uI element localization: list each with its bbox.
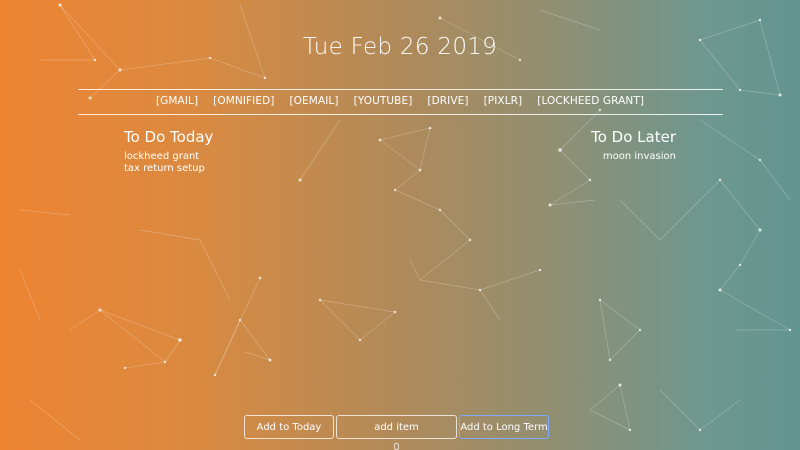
add-to-today-button[interactable]: Add to Today: [244, 415, 334, 439]
add-to-long-term-button[interactable]: Add to Long Term: [459, 415, 549, 439]
todo-later-title: To Do Later: [591, 128, 676, 146]
particle-network-background: [19, 3, 792, 441]
text-cursor-icon: [394, 443, 399, 450]
link-lockheed-grant[interactable]: [LOCKHEED GRANT]: [537, 95, 644, 107]
todo-today-list: To Do Today lockheed grant tax return se…: [124, 128, 213, 175]
links-divider-top: [78, 89, 723, 90]
todo-today-title: To Do Today: [124, 128, 214, 146]
todo-today-item[interactable]: tax return setup: [124, 163, 213, 175]
link-youtube[interactable]: [YOUTUBE]: [354, 95, 413, 107]
todo-later-item[interactable]: moon invasion: [591, 151, 676, 163]
link-gmail[interactable]: [GMAIL]: [156, 95, 198, 107]
todo-today-item[interactable]: lockheed grant: [124, 151, 213, 163]
todo-later-list: To Do Later moon invasion: [591, 128, 676, 163]
link-oemail[interactable]: [OEMAIL]: [289, 95, 338, 107]
link-pixlr[interactable]: [PIXLR]: [484, 95, 523, 107]
add-item-input[interactable]: [336, 415, 457, 439]
current-date: Tue Feb 26 2019: [302, 34, 498, 60]
link-omnified[interactable]: [OMNIFIED]: [213, 95, 274, 107]
links-divider-bottom: [78, 114, 723, 115]
quick-links: [GMAIL] [OMNIFIED] [OEMAIL] [YOUTUBE] [D…: [0, 95, 800, 107]
link-drive[interactable]: [DRIVE]: [427, 95, 468, 107]
add-item-controls: Add to Today Add to Long Term: [244, 415, 549, 439]
